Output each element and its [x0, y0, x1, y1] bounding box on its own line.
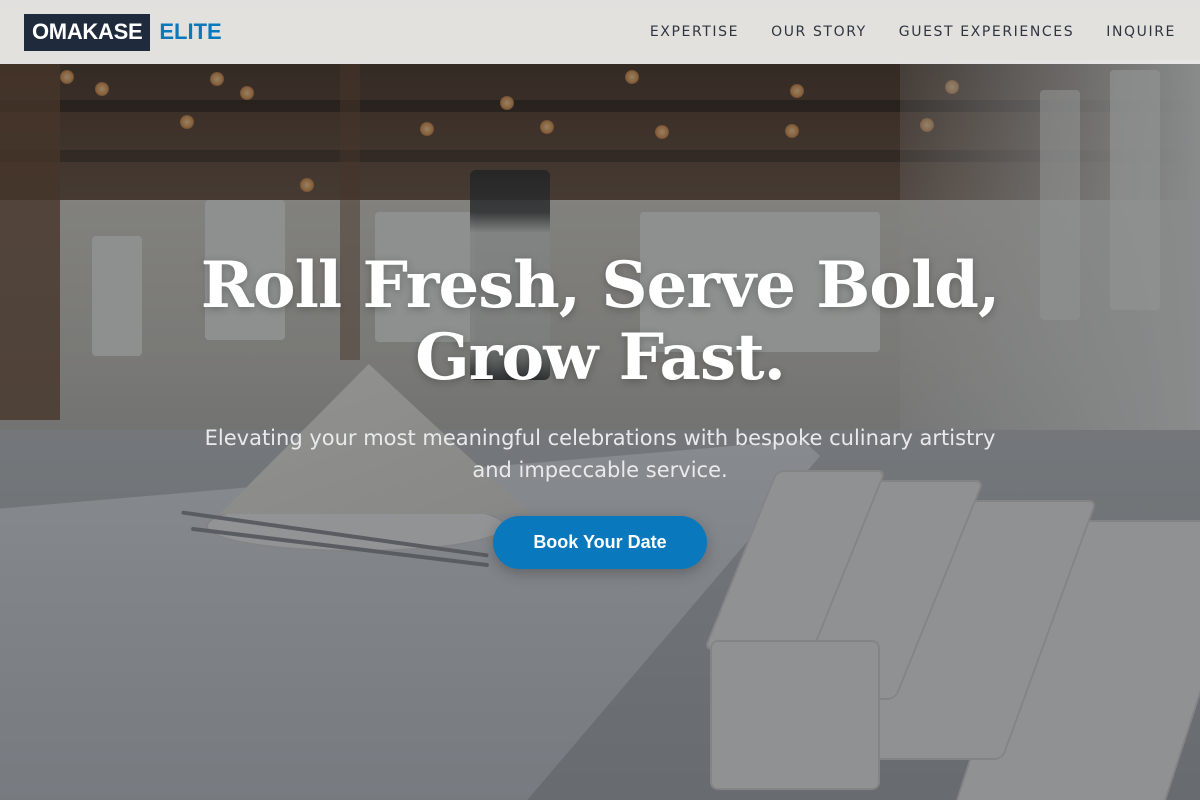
brand-logo[interactable]: OMAKASE ELITE: [24, 13, 222, 51]
nav-link-expertise[interactable]: EXPERTISE: [650, 24, 739, 40]
hero-subtitle-line-2: and impeccable service.: [472, 458, 728, 482]
book-your-date-button[interactable]: Book Your Date: [493, 516, 707, 569]
hero-section: Roll Fresh, Serve Bold, Grow Fast. Eleva…: [0, 64, 1200, 800]
hero-title-line-2: Grow Fast.: [415, 320, 786, 395]
hero-subtitle-line-1: Elevating your most meaningful celebrati…: [204, 426, 996, 450]
nav-link-our-story[interactable]: OUR STORY: [771, 24, 867, 40]
hero-title: Roll Fresh, Serve Bold, Grow Fast.: [150, 250, 1050, 394]
logo-accent-text: ELITE: [159, 19, 222, 44]
site-header: OMAKASE ELITE EXPERTISE OUR STORY GUEST …: [0, 0, 1200, 64]
nav-link-inquire[interactable]: INQUIRE: [1106, 24, 1176, 40]
hero-subtitle: Elevating your most meaningful celebrati…: [170, 422, 1030, 486]
hero-title-line-1: Roll Fresh, Serve Bold,: [200, 248, 1001, 323]
nav-link-guest-experiences[interactable]: GUEST EXPERIENCES: [899, 24, 1074, 40]
landing-page: OMAKASE ELITE EXPERTISE OUR STORY GUEST …: [0, 0, 1200, 800]
main-nav: EXPERTISE OUR STORY GUEST EXPERIENCES IN…: [650, 24, 1176, 40]
logo-primary-text: OMAKASE: [24, 13, 151, 51]
